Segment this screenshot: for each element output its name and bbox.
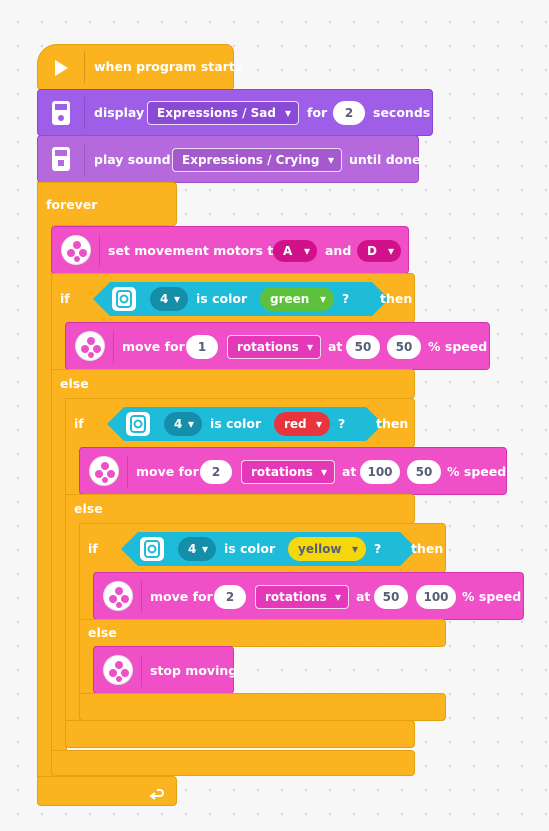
color-sensor-icon <box>112 287 136 311</box>
block-label: move for <box>136 464 199 479</box>
amount-input[interactable]: 2 <box>214 585 246 609</box>
is-color-label: is color <box>210 416 262 431</box>
else-label: else <box>88 625 117 640</box>
color-dropdown-yellow[interactable]: yellow <box>288 537 366 561</box>
motor-port-a-dropdown[interactable]: A <box>273 240 317 262</box>
block-label: set movement motors to <box>108 243 282 258</box>
until-done-label: until done <box>349 152 421 167</box>
block-label: when program starts <box>94 59 243 74</box>
if2-else-bar: else <box>65 494 415 524</box>
loop-arrow-icon <box>148 783 166 801</box>
sound-hub-icon <box>50 146 72 172</box>
sensor-port-dropdown[interactable]: 4 <box>150 287 188 311</box>
forever-block[interactable]: forever <box>37 182 177 226</box>
left-speed-input[interactable]: 100 <box>360 460 400 484</box>
speed-label: % speed <box>428 339 488 354</box>
speed-label: % speed <box>462 589 522 604</box>
block-label: move for <box>150 589 213 604</box>
right-speed-input[interactable]: 100 <box>416 585 456 609</box>
if-else-block-1[interactable]: if 4 is color green ? then <box>51 273 415 323</box>
question-mark: ? <box>338 416 346 431</box>
block-label: move for <box>122 339 185 354</box>
forever-block-footer <box>37 776 177 806</box>
display-image-block[interactable]: display Expressions / Sad for 2 seconds <box>37 89 433 136</box>
if1-footer <box>51 750 415 776</box>
forever-label: forever <box>46 197 98 212</box>
play-sound-block[interactable]: play sound Expressions / Crying until do… <box>37 135 421 183</box>
move-for-block-2[interactable]: move for 2 rotations at 100 50 % speed <box>79 447 507 495</box>
if1-else-bar: else <box>51 369 415 399</box>
if3-else-bar: else <box>79 619 446 647</box>
else-label: else <box>74 501 103 516</box>
color-condition-1[interactable]: 4 is color green ? <box>93 282 389 316</box>
question-mark: ? <box>342 291 350 306</box>
left-speed-input[interactable]: 50 <box>346 335 380 359</box>
block-label: play sound <box>94 152 171 167</box>
color-condition-3[interactable]: 4 is color yellow ? <box>121 532 417 566</box>
else-label: else <box>60 376 89 391</box>
if3-footer <box>79 693 446 721</box>
color-sensor-icon <box>126 412 150 436</box>
if-label: if <box>88 541 98 556</box>
sensor-port-dropdown[interactable]: 4 <box>164 412 202 436</box>
at-label: at <box>356 589 371 604</box>
color-dropdown-green[interactable]: green <box>260 287 334 311</box>
amount-input[interactable]: 1 <box>186 335 218 359</box>
right-speed-input[interactable]: 50 <box>407 460 441 484</box>
then-label: then <box>380 291 413 306</box>
speed-label: % speed <box>447 464 507 479</box>
set-movement-motors-block[interactable]: set movement motors to A and D <box>51 226 409 274</box>
if-else-block-2[interactable]: if 4 is color red ? then <box>65 398 415 448</box>
duration-input[interactable]: 2 <box>333 101 365 125</box>
move-for-block-1[interactable]: move for 1 rotations at 50 50 % speed <box>65 322 490 370</box>
right-speed-input[interactable]: 50 <box>387 335 421 359</box>
is-color-label: is color <box>224 541 276 556</box>
and-label: and <box>325 243 352 258</box>
move-for-block-3[interactable]: move for 2 rotations at 50 100 % speed <box>93 572 524 620</box>
unit-dropdown[interactable]: rotations <box>227 335 321 359</box>
motor-wheel-icon <box>75 331 105 361</box>
left-speed-input[interactable]: 50 <box>374 585 408 609</box>
motor-wheel-icon <box>89 456 119 486</box>
unit-dropdown[interactable]: rotations <box>255 585 349 609</box>
if-label: if <box>60 291 70 306</box>
image-dropdown[interactable]: Expressions / Sad <box>147 101 299 125</box>
at-label: at <box>342 464 357 479</box>
for-label: for <box>307 105 328 120</box>
color-sensor-icon <box>140 537 164 561</box>
amount-input[interactable]: 2 <box>200 460 232 484</box>
play-icon <box>50 57 72 79</box>
unit-dropdown[interactable]: rotations <box>241 460 335 484</box>
sound-dropdown[interactable]: Expressions / Crying <box>172 148 342 172</box>
motor-wheel-icon <box>61 235 91 265</box>
is-color-label: is color <box>196 291 248 306</box>
color-dropdown-red[interactable]: red <box>274 412 330 436</box>
block-label: stop moving <box>150 663 238 678</box>
when-program-starts-block[interactable]: when program starts <box>37 44 242 90</box>
motor-port-d-dropdown[interactable]: D <box>357 240 401 262</box>
block-label: display <box>94 105 145 120</box>
then-label: then <box>411 541 444 556</box>
if-else-block-3[interactable]: if 4 is color yellow ? then <box>79 523 446 573</box>
sensor-port-dropdown[interactable]: 4 <box>178 537 216 561</box>
then-label: then <box>376 416 409 431</box>
question-mark: ? <box>374 541 382 556</box>
if2-footer <box>65 720 415 748</box>
at-label: at <box>328 339 343 354</box>
display-icon <box>50 100 72 126</box>
stop-moving-block[interactable]: stop moving <box>93 646 238 694</box>
color-condition-2[interactable]: 4 is color red ? <box>107 407 383 441</box>
unit-label: seconds <box>373 105 431 120</box>
if-label: if <box>74 416 84 431</box>
motor-wheel-icon <box>103 655 133 685</box>
motor-wheel-icon <box>103 581 133 611</box>
